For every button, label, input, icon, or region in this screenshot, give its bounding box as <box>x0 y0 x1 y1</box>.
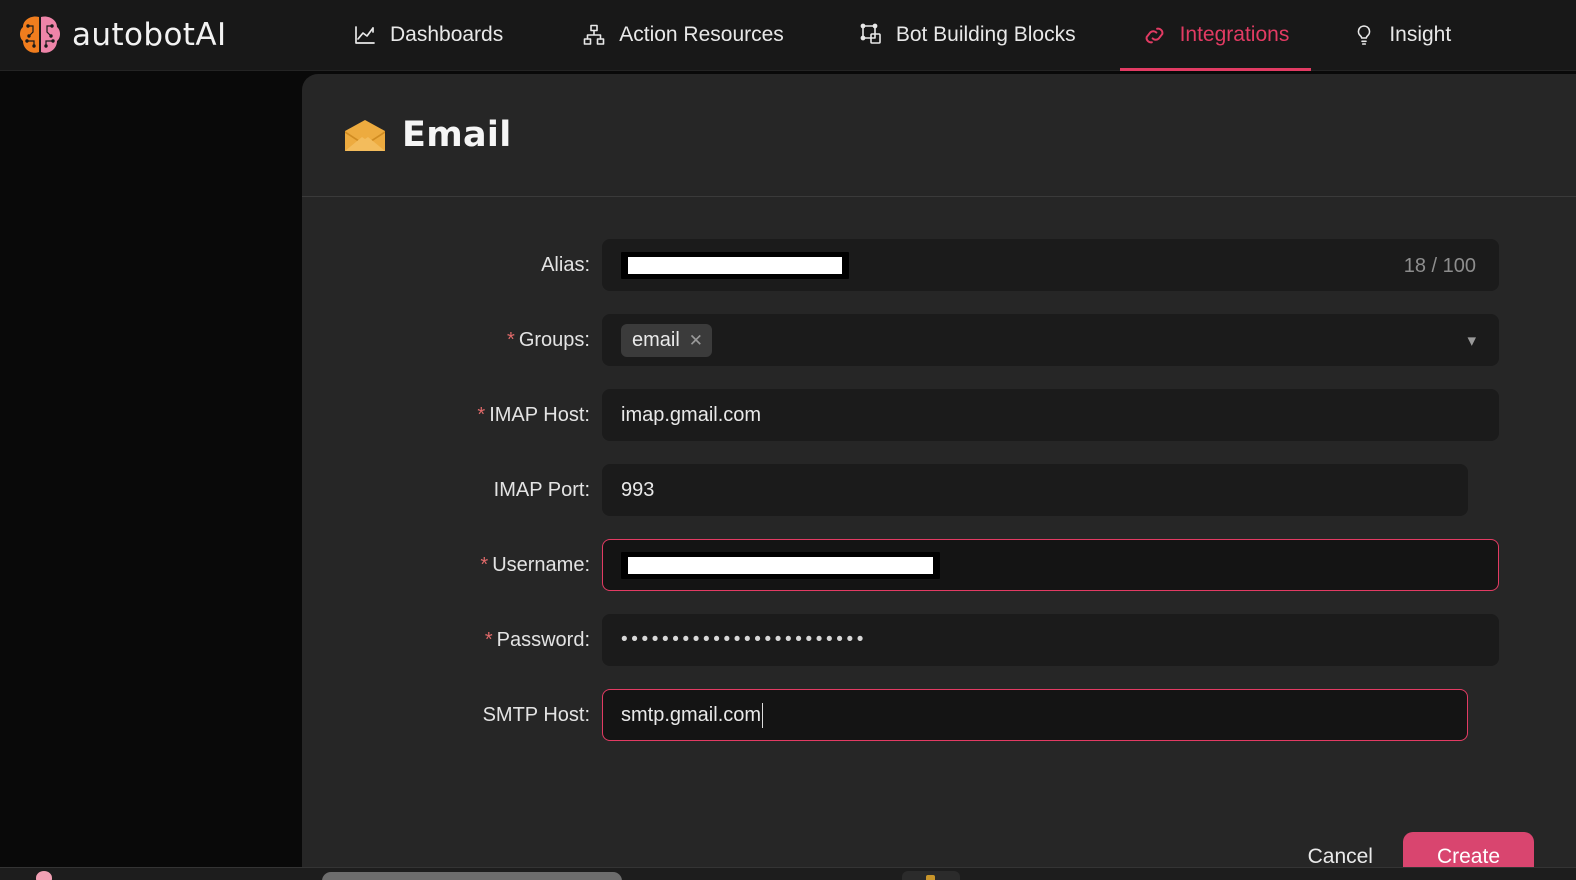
chevron-down-icon[interactable]: ▾ <box>1467 315 1476 367</box>
imap-port-input[interactable]: 993 <box>602 464 1468 516</box>
username-input[interactable] <box>602 539 1499 591</box>
blocks-node-icon <box>858 22 884 48</box>
nav-item-label: Action Resources <box>619 23 784 46</box>
password-control: •••••••••••••••••••••••• <box>602 614 1576 666</box>
groups-control: email ✕ ▾ <box>602 314 1576 366</box>
line-chart-icon <box>352 22 378 48</box>
nav-item-dashboards[interactable]: Dashboards <box>330 0 525 71</box>
peek-pink-indicator-icon <box>36 871 52 880</box>
form-row-groups: * Groups: email ✕ ▾ <box>302 314 1576 366</box>
username-control <box>602 539 1576 591</box>
nav-item-integrations[interactable]: Integrations <box>1119 0 1312 71</box>
cancel-button[interactable]: Cancel <box>1294 835 1387 867</box>
form-row-username: * Username: <box>302 539 1576 591</box>
imap-host-label-text: IMAP Host: <box>489 404 590 426</box>
main-nav: Dashboards Action Resources Bot Building… <box>330 0 1473 71</box>
smtp-host-label-text: SMTP Host: <box>482 704 590 726</box>
bottom-window-strip <box>0 867 1576 880</box>
close-x-icon[interactable]: ✕ <box>689 332 703 349</box>
required-asterisk: * <box>480 554 489 576</box>
active-tab-underline <box>1119 67 1312 71</box>
form-row-imap-port: IMAP Port: 993 i <box>302 464 1576 516</box>
peek-chip-icon <box>926 875 935 880</box>
drawer-header: Email <box>302 74 1576 197</box>
nav-item-bot-building-blocks[interactable]: Bot Building Blocks <box>836 0 1098 71</box>
alias-label-text: Alias: <box>541 254 590 276</box>
brain-logo-icon <box>18 14 62 56</box>
form-row-imap-host: * IMAP Host: imap.gmail.com <box>302 389 1576 441</box>
sitemap-icon <box>581 22 607 48</box>
brand-name: autobotAI <box>72 17 227 53</box>
open-envelope-icon <box>344 119 386 152</box>
nav-item-action-resources[interactable]: Action Resources <box>559 0 806 71</box>
username-label: * Username: <box>302 539 602 591</box>
password-input[interactable]: •••••••••••••••••••••••• <box>602 614 1499 666</box>
smtp-host-label: SMTP Host: <box>302 689 602 741</box>
groups-label: * Groups: <box>302 314 602 366</box>
alias-char-counter: 18 / 100 <box>1403 255 1476 277</box>
group-tag[interactable]: email ✕ <box>621 323 713 357</box>
app-root: autobotAI Dashboards Action Resources Bo… <box>0 0 1576 880</box>
imap-port-control: 993 i <box>602 464 1576 516</box>
alias-label: Alias: <box>302 239 602 291</box>
nav-item-label: Insight <box>1389 23 1452 46</box>
imap-host-label: * IMAP Host: <box>302 389 602 441</box>
nav-item-label: Dashboards <box>390 23 504 46</box>
imap-host-control: imap.gmail.com <box>602 389 1576 441</box>
page-title: Email <box>402 115 512 155</box>
username-label-text: Username: <box>492 554 590 576</box>
form-row-password: * Password: •••••••••••••••••••••••• <box>302 614 1576 666</box>
imap-port-label-text: IMAP Port: <box>493 479 590 501</box>
imap-host-input[interactable]: imap.gmail.com <box>602 389 1499 441</box>
form-row-smtp-host: SMTP Host: smtp.gmail.com i <box>302 689 1576 741</box>
imap-port-label: IMAP Port: <box>302 464 602 516</box>
peek-input-bar[interactable] <box>322 872 622 880</box>
smtp-host-control: smtp.gmail.com i <box>602 689 1576 741</box>
email-integration-drawer: Email Alias: 18 / 100 * Groups: email ✕ … <box>302 74 1576 867</box>
drawer-footer: Cancel Create <box>302 832 1576 867</box>
form-row-alias: Alias: 18 / 100 <box>302 239 1576 291</box>
link-chain-icon <box>1142 22 1168 48</box>
password-label: * Password: <box>302 614 602 666</box>
top-navigation-bar: autobotAI Dashboards Action Resources Bo… <box>0 0 1576 71</box>
group-tag-label: email <box>632 328 680 351</box>
smtp-host-value: smtp.gmail.com <box>621 703 762 726</box>
groups-select[interactable]: email ✕ ▾ <box>602 314 1499 366</box>
peek-chip[interactable] <box>902 871 960 880</box>
required-asterisk: * <box>484 629 493 651</box>
nav-item-insight[interactable]: Insight <box>1329 0 1473 71</box>
nav-item-label: Integrations <box>1179 23 1290 46</box>
groups-label-text: Groups: <box>518 329 590 351</box>
alias-input[interactable]: 18 / 100 <box>602 239 1499 291</box>
lightbulb-icon <box>1351 22 1377 48</box>
required-asterisk: * <box>477 404 486 426</box>
redacted-value <box>621 251 849 279</box>
alias-control: 18 / 100 <box>602 239 1576 291</box>
create-button[interactable]: Create <box>1402 832 1534 867</box>
redacted-value <box>621 551 940 579</box>
drawer-form: Alias: 18 / 100 * Groups: email ✕ ▾ * IM… <box>302 197 1576 867</box>
brand[interactable]: autobotAI <box>0 14 330 56</box>
nav-item-label: Bot Building Blocks <box>895 23 1076 46</box>
smtp-host-input[interactable]: smtp.gmail.com <box>602 689 1468 741</box>
text-cursor <box>762 702 764 728</box>
password-label-text: Password: <box>496 629 590 651</box>
password-masked-value: •••••••••••••••••••••••• <box>621 629 868 650</box>
required-asterisk: * <box>507 329 515 351</box>
